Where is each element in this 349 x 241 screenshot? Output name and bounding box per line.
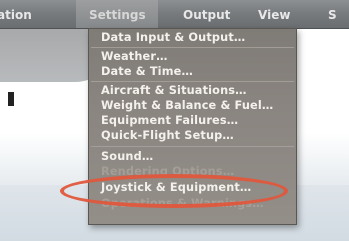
menu-item-rendering-options[interactable]: Rendering Options…: [101, 165, 234, 179]
screenshot-stage: ation Settings Output View S Data Input …: [0, 0, 349, 241]
settings-dropdown-menu: Data Input & Output… Weather… Date & Tim…: [88, 28, 297, 225]
menu-item-equipment-failures[interactable]: Equipment Failures…: [101, 114, 238, 128]
menu-settings[interactable]: Settings: [76, 0, 158, 28]
menu-item-weather[interactable]: Weather…: [101, 50, 168, 64]
menu-item-date-time[interactable]: Date & Time…: [101, 65, 193, 79]
menu-separator: [91, 81, 294, 82]
menu-item-weight-balance-fuel[interactable]: Weight & Balance & Fuel…: [101, 99, 273, 113]
menu-simulation[interactable]: ation: [0, 6, 32, 24]
panel-tick-mark: [8, 92, 14, 106]
menu-item-data-input-output[interactable]: Data Input & Output…: [101, 31, 245, 45]
menu-item-joystick-equipment[interactable]: Joystick & Equipment…: [101, 181, 251, 195]
menu-item-aircraft-situations[interactable]: Aircraft & Situations…: [101, 84, 247, 98]
menu-item-operations-warnings[interactable]: Operations & Warnings…: [101, 197, 264, 211]
menu-separator: [91, 47, 294, 48]
menu-separator: [91, 146, 294, 147]
menu-output[interactable]: Output: [183, 6, 230, 24]
menu-bar: ation Settings Output View S: [0, 0, 349, 29]
menu-item-sound[interactable]: Sound…: [101, 150, 153, 164]
menu-item-quick-flight-setup[interactable]: Quick-Flight Setup…: [101, 129, 234, 143]
menu-special[interactable]: S: [328, 6, 337, 24]
menu-view[interactable]: View: [258, 6, 290, 24]
